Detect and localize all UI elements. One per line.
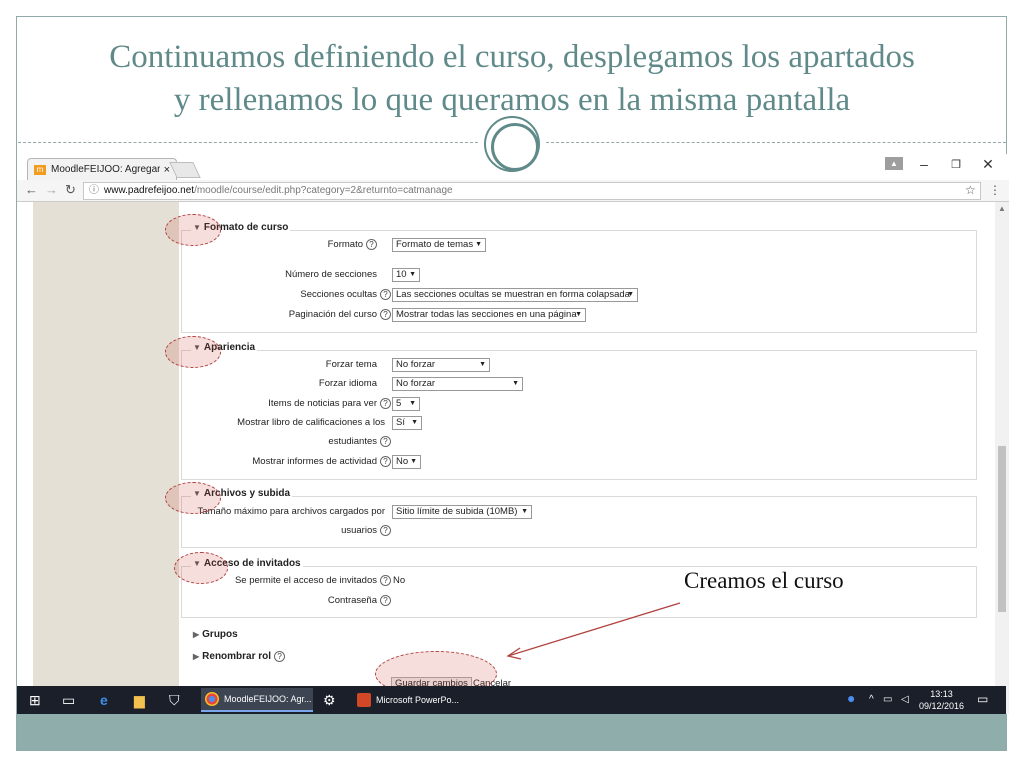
clock-time: 13:13	[930, 689, 953, 699]
taskbar-powerpoint[interactable]: Microsoft PowerPo...	[353, 688, 465, 712]
annotation-text: Creamos el curso	[684, 568, 844, 593]
annotation-arrow-icon	[506, 602, 681, 660]
clock-date: 09/12/2016	[919, 701, 965, 711]
chrome-icon	[205, 692, 219, 706]
windows-start-icon[interactable]: ⊞	[29, 692, 41, 709]
slide-footer-bar	[17, 714, 1006, 750]
task-view-icon[interactable]: ▭	[62, 692, 75, 709]
support-assistant-icon[interactable]: ●	[847, 690, 855, 706]
notification-icon[interactable]: ▭	[977, 692, 988, 706]
windows-taskbar: ⊞ ▭ e ▆ ⛉ MoodleFEIJOO: Agr... ⚙ Microso…	[17, 686, 1006, 714]
volume-icon[interactable]: ◁	[901, 694, 909, 705]
store-icon[interactable]: ⛉	[169, 692, 180, 709]
tray-chevron-icon[interactable]: ^	[869, 694, 874, 705]
powerpoint-icon	[357, 693, 371, 707]
taskbar-chrome[interactable]: MoodleFEIJOO: Agr...	[201, 688, 313, 712]
network-icon[interactable]: ▭	[883, 694, 892, 705]
file-explorer-icon[interactable]: ▆	[134, 692, 145, 709]
taskbar-clock[interactable]: 13:13 09/12/2016	[919, 688, 964, 712]
edge-icon[interactable]: e	[100, 692, 108, 708]
tool-icon[interactable]: ⚙	[323, 692, 336, 709]
